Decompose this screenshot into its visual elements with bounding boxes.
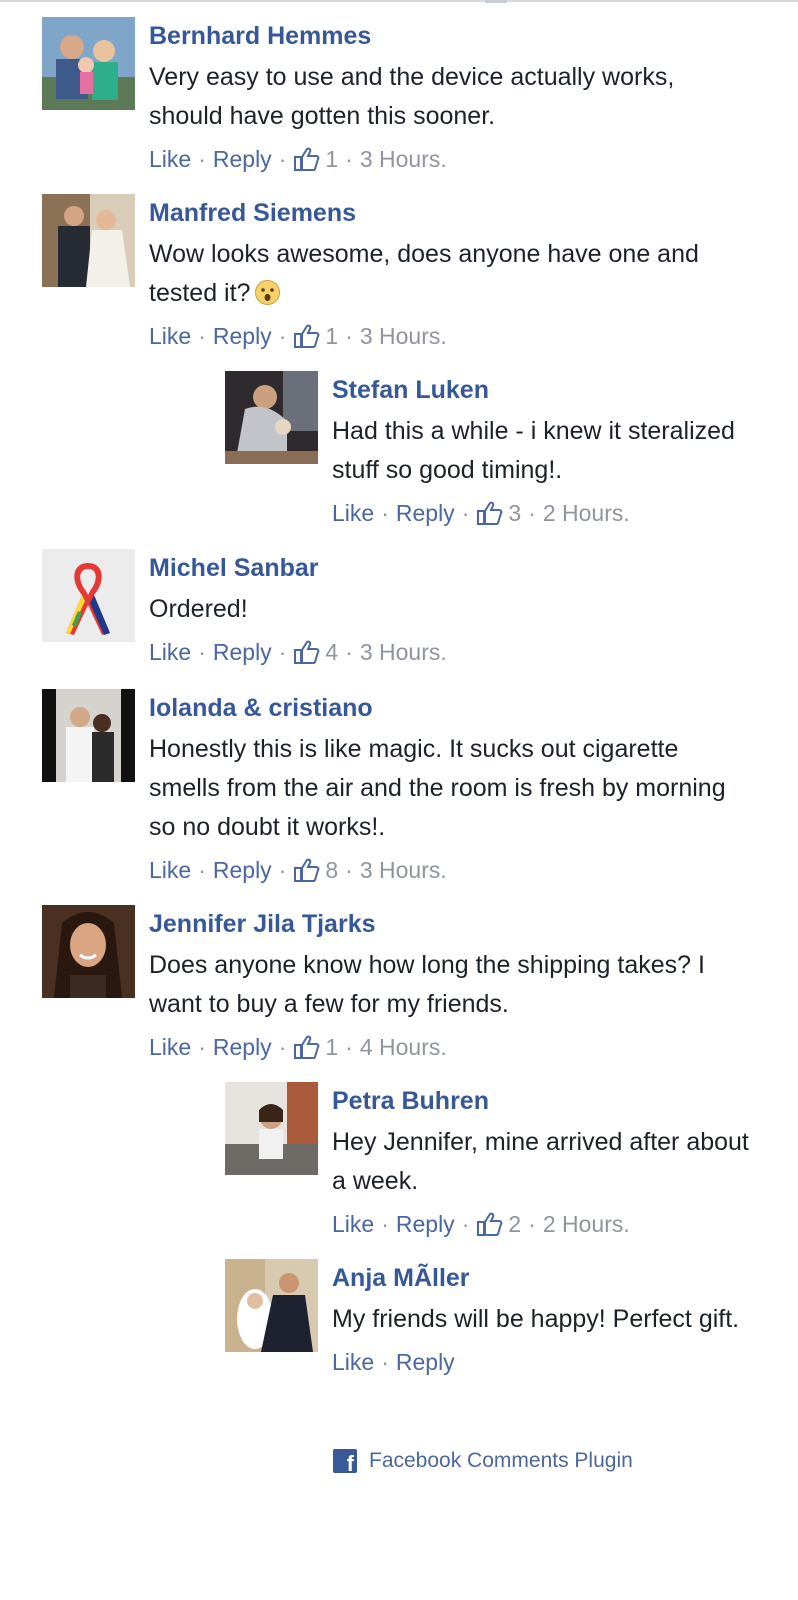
separator: ·: [345, 857, 353, 883]
reply-link[interactable]: Reply: [213, 321, 272, 351]
reply-link[interactable]: Reply: [396, 498, 455, 528]
reply-link[interactable]: Reply: [396, 1209, 455, 1239]
comment-actions: Like · Reply: [332, 1347, 752, 1377]
comment-actions: Like · Reply · 1 · 3 Hours.: [149, 144, 749, 174]
separator: ·: [198, 1034, 206, 1060]
separator: ·: [278, 639, 287, 665]
avatar[interactable]: [42, 689, 135, 782]
thumbs-up-icon: [476, 500, 504, 526]
plugin-label: Facebook Comments Plugin: [369, 1449, 633, 1472]
timestamp[interactable]: 3 Hours.: [360, 855, 447, 885]
separator: ·: [278, 1034, 287, 1060]
thumbs-up-icon: [293, 323, 321, 349]
timestamp[interactable]: 3 Hours.: [360, 637, 447, 667]
like-link[interactable]: Like: [332, 498, 374, 528]
like-count: 1: [325, 146, 339, 172]
separator: ·: [381, 500, 389, 526]
avatar[interactable]: [225, 1082, 318, 1175]
separator: ·: [381, 1349, 389, 1375]
like-link[interactable]: Like: [149, 637, 191, 667]
top-tab-indicator: [485, 0, 507, 3]
avatar[interactable]: [42, 17, 135, 110]
surprised-face-emoji-icon: [254, 279, 281, 306]
thumbs-up-icon: [476, 1211, 504, 1237]
separator: ·: [381, 1211, 389, 1237]
comment-text: Had this a while - i knew it steralized …: [332, 417, 735, 484]
separator: ·: [198, 857, 206, 883]
separator: ·: [198, 146, 206, 172]
comment-actions: Like · Reply · 2 · 2 Hours.: [332, 1209, 752, 1239]
like-count: 4: [325, 639, 339, 665]
avatar[interactable]: [42, 905, 135, 998]
like-link[interactable]: Like: [149, 321, 191, 351]
separator: ·: [461, 1211, 470, 1237]
separator: ·: [345, 323, 353, 349]
comment-text: Wow looks awesome, does anyone have one …: [149, 235, 749, 313]
timestamp[interactable]: 3 Hours.: [360, 321, 447, 351]
thumbs-up-icon: [293, 639, 321, 665]
like-count: 3: [508, 500, 522, 526]
thumbs-up-icon: [293, 1034, 321, 1060]
comment-author[interactable]: Stefan Luken: [332, 375, 752, 405]
comment-author[interactable]: Iolanda & cristiano: [149, 693, 749, 723]
like-link[interactable]: Like: [332, 1347, 374, 1377]
separator: ·: [278, 857, 287, 883]
separator: ·: [278, 146, 287, 172]
comment-text: Very easy to use and the device actually…: [149, 63, 675, 130]
comment-text: Honestly this is like magic. It sucks ou…: [149, 735, 726, 841]
timestamp[interactable]: 3 Hours.: [360, 144, 447, 174]
reply-link[interactable]: Reply: [213, 855, 272, 885]
separator: ·: [198, 323, 206, 349]
comment-actions: Like · Reply · 1 · 4 Hours.: [149, 1032, 759, 1062]
thumbs-up-icon: [293, 146, 321, 172]
avatar[interactable]: [42, 194, 135, 287]
comment-author[interactable]: Petra Buhren: [332, 1086, 752, 1116]
separator: ·: [528, 500, 536, 526]
separator: ·: [345, 1034, 353, 1060]
avatar[interactable]: [225, 371, 318, 464]
separator: ·: [345, 639, 353, 665]
comment-text: Hey Jennifer, mine arrived after about a…: [332, 1128, 749, 1195]
like-link[interactable]: Like: [332, 1209, 374, 1239]
timestamp[interactable]: 2 Hours.: [543, 1209, 630, 1239]
comment-author[interactable]: Anja MÃller: [332, 1263, 752, 1293]
facebook-comments-plugin-link[interactable]: f Facebook Comments Plugin: [333, 1449, 633, 1473]
comment-text: Ordered!: [149, 595, 248, 623]
separator: ·: [198, 639, 206, 665]
like-count: 2: [508, 1211, 522, 1237]
separator: ·: [345, 146, 353, 172]
separator: ·: [278, 323, 287, 349]
thumbs-up-icon: [293, 857, 321, 883]
comment-text: My friends will be happy! Perfect gift.: [332, 1305, 740, 1333]
separator: ·: [528, 1211, 536, 1237]
comment-author[interactable]: Michel Sanbar: [149, 553, 749, 583]
like-count: 8: [325, 857, 339, 883]
top-divider: [0, 0, 798, 2]
comment-actions: Like · Reply · 1 · 3 Hours.: [149, 321, 749, 351]
comment-author[interactable]: Jennifer Jila Tjarks: [149, 909, 759, 939]
reply-link[interactable]: Reply: [213, 637, 272, 667]
comment-actions: Like · Reply · 8 · 3 Hours.: [149, 855, 749, 885]
avatar[interactable]: [225, 1259, 318, 1352]
timestamp[interactable]: 4 Hours.: [360, 1032, 447, 1062]
like-count: 1: [325, 1034, 339, 1060]
comment-author[interactable]: Bernhard Hemmes: [149, 21, 749, 51]
avatar[interactable]: [42, 549, 135, 642]
reply-link[interactable]: Reply: [396, 1347, 455, 1377]
facebook-icon: f: [333, 1449, 357, 1473]
comment-text: Does anyone know how long the shipping t…: [149, 951, 705, 1018]
comment-author[interactable]: Manfred Siemens: [149, 198, 749, 228]
timestamp[interactable]: 2 Hours.: [543, 498, 630, 528]
like-count: 1: [325, 323, 339, 349]
comment-actions: Like · Reply · 4 · 3 Hours.: [149, 637, 749, 667]
comment-text-body: Wow looks awesome, does anyone have one …: [149, 240, 699, 307]
reply-link[interactable]: Reply: [213, 1032, 272, 1062]
reply-link[interactable]: Reply: [213, 144, 272, 174]
like-link[interactable]: Like: [149, 855, 191, 885]
like-link[interactable]: Like: [149, 1032, 191, 1062]
comment-actions: Like · Reply · 3 · 2 Hours.: [332, 498, 752, 528]
like-link[interactable]: Like: [149, 144, 191, 174]
separator: ·: [461, 500, 470, 526]
